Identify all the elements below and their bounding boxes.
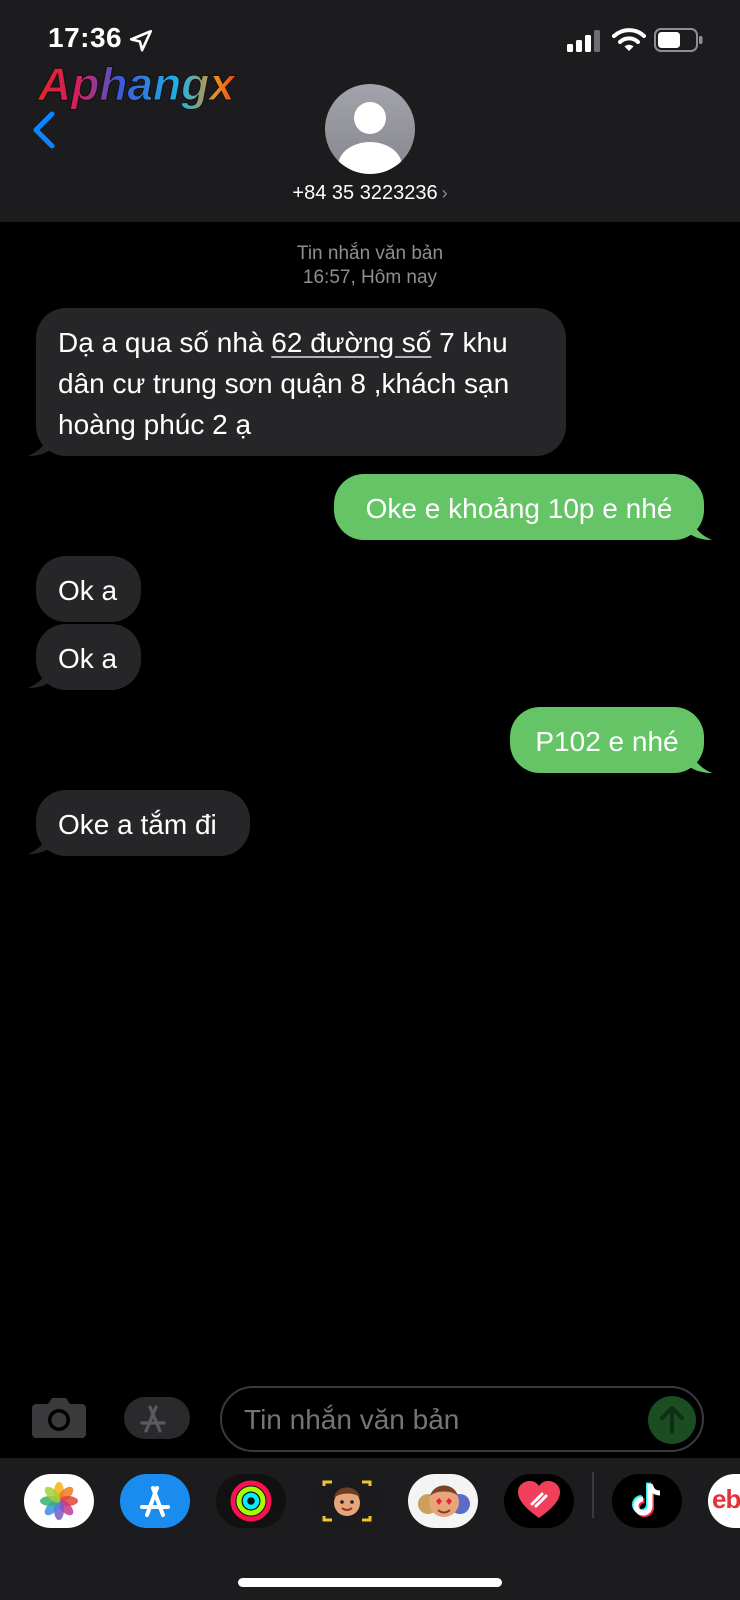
contact-name[interactable]: +84 35 3223236 › [0, 182, 740, 205]
digital-touch-app[interactable] [504, 1474, 574, 1528]
incoming-message[interactable]: Oke a tắm đi [36, 790, 250, 856]
conversation-header: 17:36 Aphangx +84 35 3223236 › [0, 0, 740, 222]
digital-touch-icon [518, 1481, 560, 1518]
contact-avatar[interactable] [325, 84, 415, 174]
tiktok-app[interactable] [612, 1474, 682, 1528]
outgoing-message[interactable]: Oke e khoảng 10p e nhé [334, 474, 704, 540]
send-arrow-icon [660, 1406, 684, 1434]
memoji-app[interactable] [312, 1474, 382, 1528]
message-type-label: Tin nhắn văn bản [296, 243, 444, 264]
app-store-icon [140, 1486, 170, 1517]
ebay-app[interactable]: eb [708, 1474, 740, 1528]
outgoing-bubble-tail [686, 741, 712, 773]
incoming-message[interactable]: Dạ a qua số nhà 62 đường số 7 khu dân cư… [36, 308, 566, 456]
message-input-box[interactable] [220, 1386, 704, 1452]
svg-text:Aphangx: Aphangx [37, 58, 237, 110]
camera-icon[interactable] [30, 1394, 88, 1440]
location-arrow-icon [129, 29, 153, 52]
home-indicator[interactable] [238, 1578, 502, 1587]
app-store-button[interactable] [124, 1397, 190, 1439]
address-link[interactable]: 62 đường số [271, 327, 431, 358]
activity-icon [230, 1480, 272, 1522]
wifi-icon [612, 28, 646, 51]
contact-number[interactable]: +84 35 3223236 [292, 182, 437, 204]
contact-chevron-icon: › [441, 183, 448, 203]
incoming-message[interactable]: Ok a [36, 556, 141, 622]
photos-icon [40, 1482, 78, 1520]
watermark-logo: Aphangx [37, 58, 238, 110]
message-line: dân cư trung sơn quận 8 ,khách sạn [58, 368, 510, 399]
outgoing-bubble-tail [686, 508, 712, 540]
photos-app[interactable] [24, 1474, 94, 1528]
message-line: hoàng phúc 2 ạ [58, 409, 252, 440]
memoji-icon [322, 1480, 372, 1522]
cellular-signal-icon [567, 30, 600, 52]
ebay-icon: eb [712, 1484, 740, 1514]
incoming-bubble-tail [28, 822, 54, 854]
animoji-app[interactable] [408, 1474, 478, 1528]
incoming-bubble-tail [28, 424, 54, 456]
activity-app[interactable] [216, 1474, 286, 1528]
tiktok-icon [632, 1482, 661, 1517]
app-store-glyph-icon [140, 1405, 166, 1433]
status-time: 17:36 [48, 22, 123, 53]
back-chevron-icon[interactable] [28, 108, 58, 152]
incoming-bubble-tail [28, 656, 54, 688]
message-input[interactable] [244, 1404, 624, 1436]
app-store-app[interactable] [120, 1474, 190, 1528]
message-timestamp: 16:57, Hôm nay [302, 267, 438, 288]
message-line: Dạ a qua số nhà 62 đường số 7 khu [58, 327, 508, 358]
outgoing-message[interactable]: P102 e nhé [510, 707, 704, 773]
animoji-icon [418, 1485, 470, 1517]
drawer-divider [592, 1472, 594, 1518]
send-button[interactable] [648, 1396, 696, 1444]
battery-icon [654, 28, 703, 52]
